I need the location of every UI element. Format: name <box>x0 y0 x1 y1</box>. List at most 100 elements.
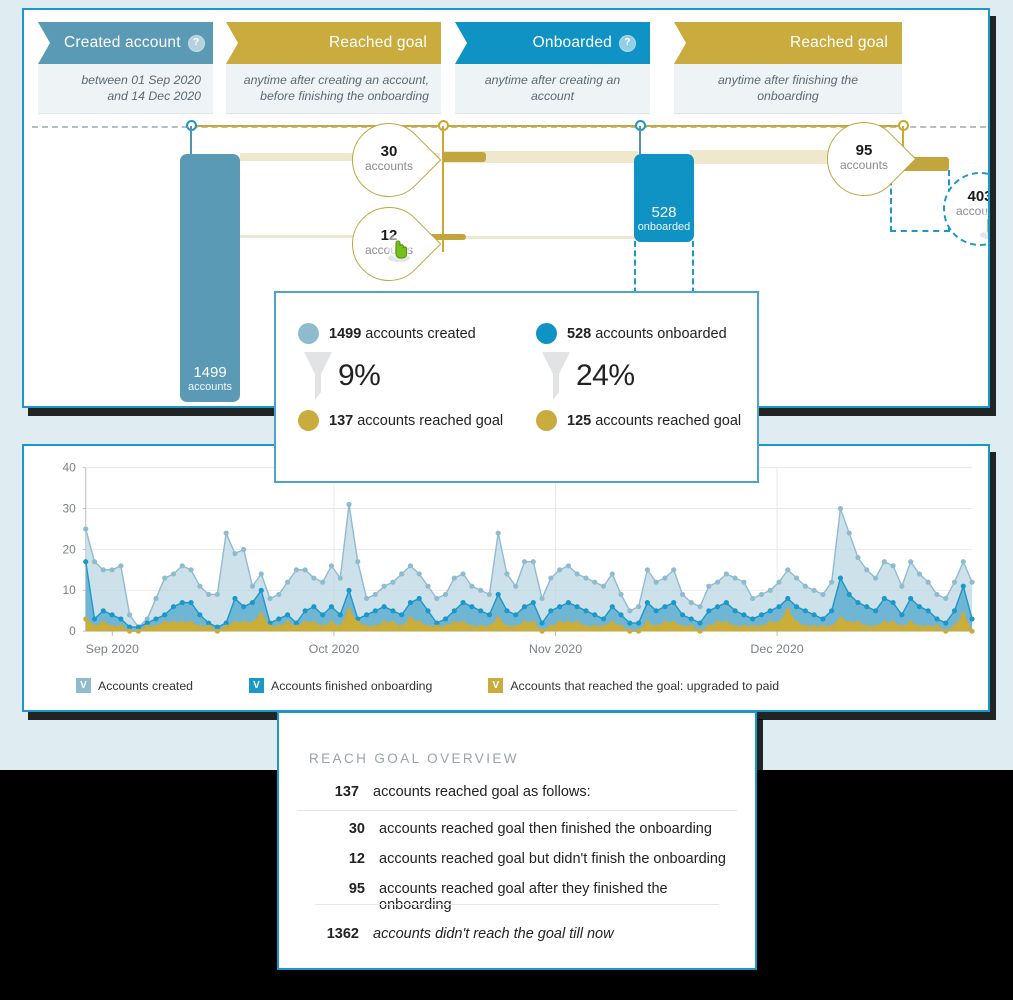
chart-data-point[interactable] <box>767 620 773 626</box>
chart-data-point[interactable] <box>381 620 387 626</box>
chart-data-point[interactable] <box>223 624 229 630</box>
chart-data-point[interactable] <box>416 595 422 602</box>
chart-data-point[interactable] <box>890 600 896 606</box>
chart-data-point[interactable] <box>223 530 229 536</box>
chart-data-point[interactable] <box>872 624 879 630</box>
chart-data-point[interactable] <box>671 620 677 626</box>
chart-data-point[interactable] <box>925 608 931 614</box>
chart-data-point[interactable] <box>714 620 721 626</box>
chart-data-point[interactable] <box>521 620 528 626</box>
chart-data-point[interactable] <box>363 624 370 630</box>
chart-data-point[interactable] <box>943 595 949 602</box>
chart-data-point[interactable] <box>548 624 554 630</box>
chart-data-point[interactable] <box>811 587 817 593</box>
chart-data-point[interactable] <box>943 620 949 626</box>
chart-data-point[interactable] <box>118 563 124 569</box>
chart-data-point[interactable] <box>671 567 677 573</box>
chart-data-point[interactable] <box>688 624 694 630</box>
chart-data-point[interactable] <box>232 595 238 602</box>
chart-data-point[interactable] <box>188 567 194 573</box>
funnel-step-created-account[interactable]: Created account ? between 01 Sep 2020 an… <box>38 22 213 114</box>
chart-data-point[interactable] <box>934 616 940 622</box>
chart-data-point[interactable] <box>118 616 124 622</box>
chart-data-point[interactable] <box>539 620 545 626</box>
chart-data-point[interactable] <box>565 563 571 569</box>
chart-data-point[interactable] <box>785 567 791 573</box>
chart-data-point[interactable] <box>969 616 975 622</box>
chart-data-point[interactable] <box>829 608 835 614</box>
chart-data-point[interactable] <box>320 579 326 585</box>
chart-data-point[interactable] <box>381 604 387 610</box>
chart-data-point[interactable] <box>653 624 659 630</box>
chart-data-point[interactable] <box>363 612 370 618</box>
chart-data-point[interactable] <box>372 591 378 597</box>
chart-data-point[interactable] <box>908 595 914 602</box>
funnel-step-onboarded[interactable]: Onboarded ? anytime after creating an ac… <box>455 22 650 114</box>
chart-data-point[interactable] <box>600 624 607 630</box>
chart-data-point[interactable] <box>600 583 607 589</box>
chart-data-point[interactable] <box>592 579 598 585</box>
chart-data-point[interactable] <box>688 616 694 622</box>
chart-data-point[interactable] <box>451 608 457 614</box>
chart-data-point[interactable] <box>697 620 703 626</box>
chart-data-point[interactable] <box>609 571 615 577</box>
chart-data-point[interactable] <box>328 620 335 626</box>
chart-data-point[interactable] <box>627 628 633 634</box>
chart-data-point[interactable] <box>495 530 501 536</box>
chart-data-point[interactable] <box>793 604 800 610</box>
chart-data-point[interactable] <box>460 620 466 626</box>
chart-data-point[interactable] <box>855 555 861 561</box>
chart-data-point[interactable] <box>390 608 396 614</box>
chart-data-point[interactable] <box>407 563 414 569</box>
chart-data-point[interactable] <box>916 604 923 610</box>
chart-data-point[interactable] <box>741 579 747 585</box>
chart-data-point[interactable] <box>135 628 141 634</box>
chart-data-point[interactable] <box>355 559 361 565</box>
chart-data-point[interactable] <box>916 571 923 577</box>
chart-data-point[interactable] <box>486 591 493 597</box>
chart-data-point[interactable] <box>258 612 264 618</box>
chart-data-point[interactable] <box>951 624 958 630</box>
chart-data-point[interactable] <box>636 604 642 610</box>
chart-data-point[interactable] <box>91 559 98 565</box>
chart-data-point[interactable] <box>723 571 729 577</box>
chart-data-point[interactable] <box>170 604 177 610</box>
help-icon[interactable]: ? <box>619 34 636 52</box>
chart-data-point[interactable] <box>83 559 89 565</box>
chart-data-point[interactable] <box>425 583 431 589</box>
chart-data-point[interactable] <box>214 628 220 634</box>
chart-data-point[interactable] <box>890 620 896 626</box>
chart-data-point[interactable] <box>504 608 510 614</box>
chart-data-point[interactable] <box>934 591 940 597</box>
chart-data-point[interactable] <box>179 563 185 569</box>
chart-data-point[interactable] <box>206 624 212 630</box>
chart-data-point[interactable] <box>951 579 958 585</box>
chart-data-point[interactable] <box>153 624 159 630</box>
chart-data-point[interactable] <box>162 620 168 626</box>
chart-data-point[interactable] <box>127 612 133 618</box>
chart-data-point[interactable] <box>302 567 308 573</box>
chart-data-point[interactable] <box>767 587 773 593</box>
chart-data-point[interactable] <box>197 583 203 589</box>
chart-data-point[interactable] <box>232 550 238 557</box>
chart-data-point[interactable] <box>451 575 457 581</box>
chart-data-point[interactable] <box>355 620 361 626</box>
chart-data-point[interactable] <box>372 624 378 630</box>
chart-data-point[interactable] <box>442 616 449 622</box>
chart-data-point[interactable] <box>785 608 791 614</box>
chart-data-point[interactable] <box>521 559 528 565</box>
chart-data-point[interactable] <box>960 559 966 565</box>
chart-data-point[interactable] <box>811 612 817 618</box>
chart-data-point[interactable] <box>302 620 308 626</box>
chart-data-point[interactable] <box>706 583 712 589</box>
chart-data-point[interactable] <box>170 620 177 626</box>
chart-data-point[interactable] <box>837 616 844 622</box>
chart-data-point[interactable] <box>109 624 115 630</box>
chart-data-point[interactable] <box>925 624 931 630</box>
chart-data-point[interactable] <box>337 624 343 630</box>
chart-data-point[interactable] <box>241 546 247 552</box>
chart-data-point[interactable] <box>188 620 194 626</box>
chart-data-point[interactable] <box>960 583 966 589</box>
chart-data-point[interactable] <box>679 591 686 597</box>
chart-data-point[interactable] <box>750 616 756 622</box>
